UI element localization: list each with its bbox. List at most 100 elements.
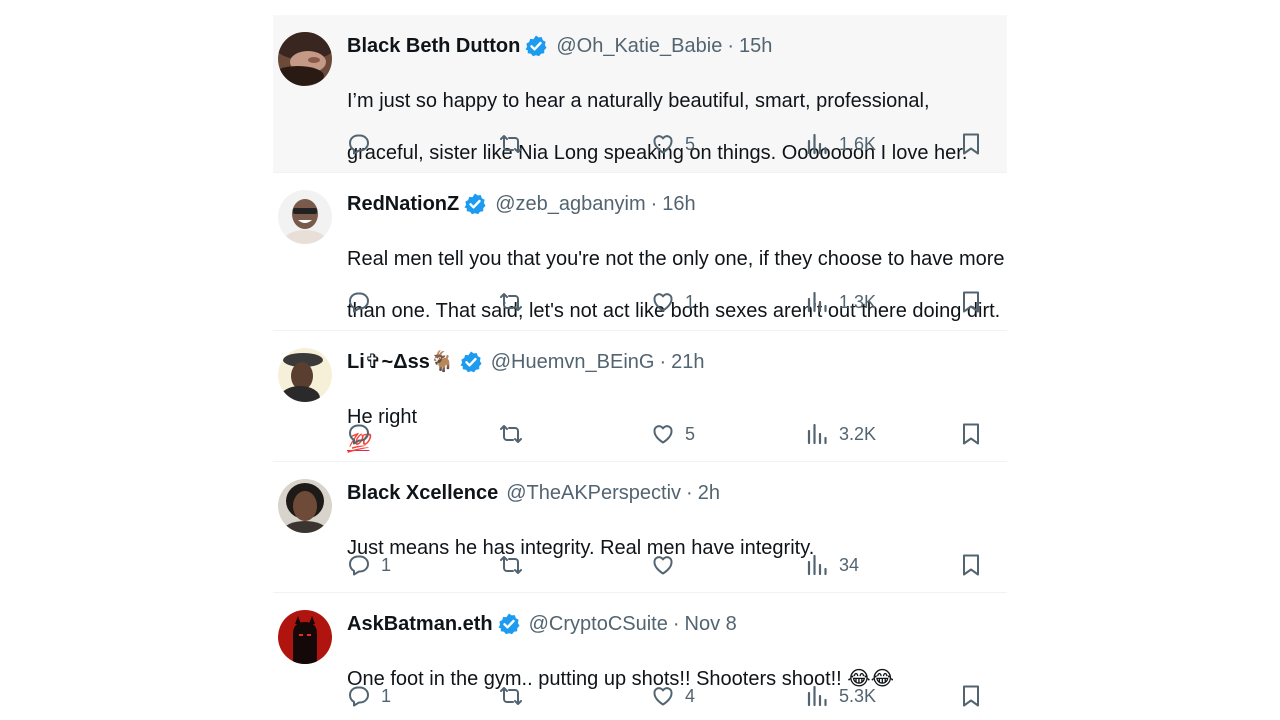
retweet-icon — [499, 290, 523, 314]
like-count: 1 — [685, 291, 696, 312]
bookmark-button[interactable] — [959, 551, 983, 579]
bookmark-icon — [959, 422, 983, 446]
heart-icon — [651, 132, 675, 156]
views-button[interactable]: 34 — [805, 551, 859, 579]
user-handle[interactable]: @Oh_Katie_Babie — [556, 33, 722, 59]
retweet-button[interactable] — [499, 130, 523, 158]
like-button[interactable]: 5 — [651, 420, 695, 448]
user-handle[interactable]: @CryptoCSuite — [529, 611, 668, 637]
bookmark-icon — [959, 132, 983, 156]
view-count: 3.2K — [839, 423, 877, 444]
avatar[interactable] — [278, 479, 332, 533]
heart-icon — [651, 290, 675, 314]
tweet[interactable]: RedNationZ @zeb_agbanyim · 16h Real men … — [273, 173, 1007, 331]
tweet-header: RedNationZ @zeb_agbanyim · 16h — [347, 191, 1007, 217]
reply-icon — [347, 132, 371, 156]
verified-badge-icon — [497, 612, 521, 636]
reply-count: 1 — [381, 554, 392, 575]
retweet-icon — [499, 684, 523, 708]
separator-dot: · — [650, 193, 658, 215]
tweet-text-line: I’m just so happy to hear a naturally be… — [347, 90, 930, 112]
heart-icon — [651, 553, 675, 577]
retweet-button[interactable] — [499, 288, 523, 316]
views-button[interactable]: 3.2K — [805, 420, 876, 448]
views-icon — [805, 422, 829, 446]
views-icon — [805, 290, 829, 314]
reply-count: 1 — [381, 685, 392, 706]
view-count: 34 — [839, 554, 860, 575]
user-handle[interactable]: @zeb_agbanyim — [495, 191, 645, 217]
like-button[interactable]: 4 — [651, 682, 695, 710]
action-bar: 5 3.2K — [347, 420, 1007, 448]
reply-button[interactable] — [347, 420, 381, 448]
like-button[interactable]: 5 — [651, 130, 695, 158]
avatar[interactable] — [278, 348, 332, 402]
display-name[interactable]: Black Beth Dutton — [347, 33, 520, 59]
display-name[interactable]: Black Xcellence — [347, 480, 498, 506]
action-bar: 1 4 5.3K — [347, 682, 1007, 710]
timestamp[interactable]: Nov 8 — [685, 611, 737, 637]
reply-icon — [347, 290, 371, 314]
avatar-image — [278, 610, 332, 664]
heart-icon — [651, 422, 675, 446]
action-bar: 1 34 — [347, 551, 1007, 579]
user-handle[interactable]: @TheAKPerspectiv — [506, 480, 681, 506]
timestamp[interactable]: 15h — [739, 33, 772, 59]
retweet-button[interactable] — [499, 551, 523, 579]
action-bar: 1 1.3K — [347, 288, 1007, 316]
like-count: 5 — [685, 423, 696, 444]
views-icon — [805, 684, 829, 708]
views-button[interactable]: 5.3K — [805, 682, 876, 710]
bookmark-icon — [959, 553, 983, 577]
reply-icon — [347, 684, 371, 708]
tweet-header: Black Beth Dutton @Oh_Katie_Babie · 15h — [347, 33, 1007, 59]
retweet-icon — [499, 132, 523, 156]
reply-button[interactable]: 1 — [347, 551, 391, 579]
views-button[interactable]: 1.6K — [805, 130, 876, 158]
retweet-button[interactable] — [499, 420, 523, 448]
like-button[interactable]: 1 — [651, 288, 695, 316]
reply-button[interactable] — [347, 288, 381, 316]
bookmark-button[interactable] — [959, 682, 983, 710]
action-bar: 5 1.6K — [347, 130, 1007, 158]
views-icon — [805, 132, 829, 156]
views-button[interactable]: 1.3K — [805, 288, 876, 316]
retweet-button[interactable] — [499, 682, 523, 710]
avatar[interactable] — [278, 32, 332, 86]
tweet[interactable]: AskBatman.eth @CryptoCSuite · Nov 8 One … — [273, 593, 1007, 720]
avatar[interactable] — [278, 190, 332, 244]
tweet-header: Li✞~Δss🐐 @Huemvn_BEinG · 21h — [347, 349, 1007, 375]
verified-badge-icon — [463, 192, 487, 216]
tweet-feed: Black Beth Dutton @Oh_Katie_Babie · 15h … — [273, 15, 1007, 720]
heart-icon — [651, 684, 675, 708]
tweet[interactable]: Black Xcellence @TheAKPerspectiv · 2h Ju… — [273, 462, 1007, 593]
reply-button[interactable] — [347, 130, 381, 158]
avatar-image — [278, 190, 332, 244]
reply-icon — [347, 553, 371, 577]
bookmark-button[interactable] — [959, 420, 983, 448]
view-count: 1.6K — [839, 133, 877, 154]
like-count: 4 — [685, 685, 696, 706]
timestamp[interactable]: 2h — [698, 480, 720, 506]
bookmark-button[interactable] — [959, 288, 983, 316]
tweet[interactable]: Black Beth Dutton @Oh_Katie_Babie · 15h … — [273, 15, 1007, 173]
timestamp[interactable]: 21h — [671, 349, 704, 375]
bookmark-icon — [959, 290, 983, 314]
view-count: 5.3K — [839, 685, 877, 706]
timestamp[interactable]: 16h — [662, 191, 695, 217]
display-name[interactable]: AskBatman.eth — [347, 611, 493, 637]
separator-dot: · — [727, 35, 734, 57]
like-button[interactable] — [651, 551, 685, 579]
display-name[interactable]: RedNationZ — [347, 191, 459, 217]
retweet-icon — [499, 553, 523, 577]
display-name[interactable]: Li✞~Δss🐐 — [347, 349, 455, 375]
tweet-header: Black Xcellence @TheAKPerspectiv · 2h — [347, 480, 1007, 506]
user-handle[interactable]: @Huemvn_BEinG — [491, 349, 655, 375]
reply-button[interactable]: 1 — [347, 682, 391, 710]
avatar[interactable] — [278, 610, 332, 664]
like-count: 5 — [685, 133, 696, 154]
separator-dot: · — [686, 482, 693, 504]
separator-dot: · — [672, 613, 680, 635]
tweet[interactable]: Li✞~Δss🐐 @Huemvn_BEinG · 21h He right 💯 … — [273, 331, 1007, 462]
bookmark-button[interactable] — [959, 130, 983, 158]
